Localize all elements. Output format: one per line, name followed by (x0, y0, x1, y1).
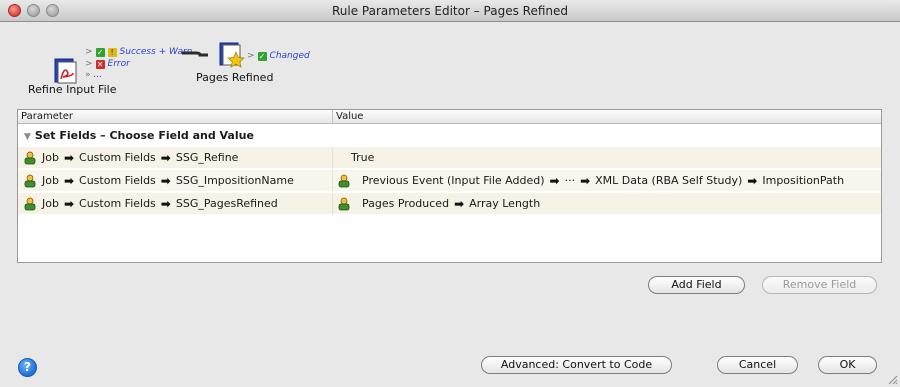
outlet-label: Error (107, 59, 130, 69)
parameters-table: Parameter Value ▼ Set Fields – Choose Fie… (17, 109, 882, 263)
column-header-value[interactable]: Value (336, 110, 363, 124)
value-cell[interactable]: Pages Produced ➡ Array Length (337, 193, 877, 215)
section-title: Set Fields – Choose Field and Value (34, 129, 254, 142)
resize-grip-icon[interactable] (886, 373, 898, 385)
job-icon (24, 174, 36, 188)
arrow-right-icon: ➡ (63, 151, 75, 165)
parameter-cell[interactable]: Job ➡ Custom Fields ➡ SSG_Refine (23, 147, 328, 169)
param-part: SSG_Refine (175, 151, 239, 164)
job-icon (24, 151, 36, 165)
help-button[interactable]: ? (18, 358, 37, 377)
param-part: Job (42, 197, 59, 210)
pdf-document-icon (51, 57, 79, 85)
outlet-more: » ... (85, 70, 102, 80)
parameter-cell[interactable]: Job ➡ Custom Fields ➡ SSG_ImpositionName (23, 170, 328, 192)
advanced-convert-button[interactable]: Advanced: Convert to Code (481, 356, 672, 374)
section-set-fields[interactable]: ▼ Set Fields – Choose Field and Value (18, 126, 881, 146)
column-header-parameter[interactable]: Parameter (21, 110, 73, 124)
column-divider (332, 170, 333, 192)
table-row[interactable]: Job ➡ Custom Fields ➡ SSG_ImpositionName… (18, 170, 881, 192)
star-document-icon (218, 41, 246, 69)
value-part: Pages Produced (362, 197, 450, 210)
value-part: True (351, 151, 375, 164)
arrow-right-icon: ➡ (63, 174, 75, 188)
param-part: Job (42, 174, 59, 187)
outlet-error: > ✕ Error (85, 59, 130, 69)
cancel-button[interactable]: Cancel (717, 356, 798, 374)
event-icon (338, 174, 350, 188)
chevron-right-icon: > (85, 59, 93, 69)
table-row[interactable]: Job ➡ Custom Fields ➡ SSG_Refine True (18, 147, 881, 169)
column-divider (332, 193, 333, 215)
minimize-window-button[interactable] (27, 4, 40, 17)
outlet-changed: > ✓ Changed (247, 51, 310, 61)
zoom-window-button[interactable] (46, 4, 59, 17)
arrow-right-icon: ➡ (63, 197, 75, 211)
connector-wire-icon (182, 51, 208, 57)
title-bar: Rule Parameters Editor – Pages Refined (0, 0, 900, 22)
arrow-right-icon: ➡ (160, 197, 171, 211)
param-part: Custom Fields (79, 174, 156, 187)
warning-badge-icon: ! (107, 47, 117, 57)
value-part: ··· (564, 174, 576, 187)
remove-field-button[interactable]: Remove Field (762, 276, 877, 294)
param-part: SSG_PagesRefined (175, 197, 278, 210)
ok-button[interactable]: OK (818, 356, 877, 374)
value-part: Array Length (469, 197, 541, 210)
param-part: Custom Fields (79, 197, 156, 210)
arrow-right-icon: ➡ (454, 197, 465, 211)
column-divider[interactable] (332, 110, 333, 124)
event-icon (338, 197, 350, 211)
arrow-right-icon: ➡ (580, 174, 591, 188)
value-part: XML Data (RBA Self Study) (595, 174, 743, 187)
arrow-right-icon: ➡ (549, 174, 560, 188)
target-node-label: Pages Refined (196, 71, 274, 84)
value-part: Previous Event (Input File Added) (362, 174, 545, 187)
close-window-button[interactable] (8, 4, 21, 17)
parameter-cell[interactable]: Job ➡ Custom Fields ➡ SSG_PagesRefined (23, 193, 328, 215)
value-cell[interactable]: Previous Event (Input File Added) ➡ ··· … (337, 170, 877, 192)
chevron-right-icon: > (85, 47, 93, 57)
arrow-right-icon: ➡ (747, 174, 758, 188)
column-divider (332, 147, 333, 169)
error-badge-icon: ✕ (95, 59, 105, 69)
table-row[interactable]: Job ➡ Custom Fields ➡ SSG_PagesRefined P… (18, 193, 881, 215)
window-title: Rule Parameters Editor – Pages Refined (331, 4, 569, 18)
outlet-success-warn: > ✓! Success + Warn (85, 47, 192, 57)
param-part: SSG_ImpositionName (175, 174, 294, 187)
check-badge-icon: ✓ (257, 51, 267, 61)
rule-flow-header: Refine Input File > ✓! Success + Warn > … (0, 22, 900, 102)
param-part: Custom Fields (79, 151, 156, 164)
disclosure-triangle-icon[interactable]: ▼ (24, 132, 31, 142)
table-header: Parameter Value (18, 110, 881, 124)
job-icon (24, 197, 36, 211)
param-part: Job (42, 151, 59, 164)
add-field-button[interactable]: Add Field (648, 276, 745, 294)
value-cell[interactable]: True (351, 147, 891, 169)
arrow-right-icon: ➡ (160, 174, 171, 188)
check-badge-icon: ✓ (95, 47, 105, 57)
chevron-right-icon: > (247, 51, 255, 61)
double-chevron-icon: » (85, 70, 91, 80)
arrow-right-icon: ➡ (160, 151, 171, 165)
outlet-label: ... (93, 70, 103, 80)
source-node-label: Refine Input File (28, 83, 117, 96)
outlet-label: Changed (269, 51, 310, 61)
value-part: ImpositionPath (762, 174, 845, 187)
